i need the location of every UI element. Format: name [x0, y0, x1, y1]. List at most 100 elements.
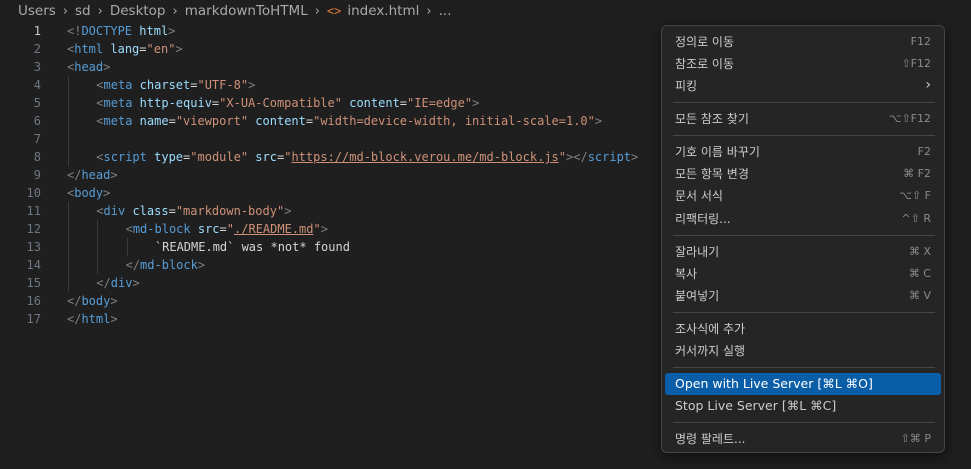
- menu-item-shortcut: ^⇧ R: [901, 211, 931, 225]
- code-token: <: [96, 114, 104, 128]
- line-number: 15: [26, 276, 41, 290]
- code-token: head: [81, 168, 111, 182]
- menu-item[interactable]: 명령 팔레트... ⇧⌘ P: [665, 428, 941, 450]
- menu-item[interactable]: 리팩터링... ^⇧ R: [665, 207, 941, 229]
- menu-item-label: 복사: [675, 266, 698, 281]
- breadcrumb-sd[interactable]: sd: [75, 3, 91, 19]
- code-text: <meta name="viewport" content="width=dev…: [96, 112, 602, 130]
- menu-item[interactable]: 붙여넣기 ⌘ V: [665, 284, 941, 306]
- menu-item-label: Open with Live Server [⌘L ⌘O]: [675, 376, 873, 392]
- menu-item-label: 잘라내기: [675, 244, 720, 259]
- code-token: >: [110, 168, 118, 182]
- code-token: <: [96, 150, 104, 164]
- code-token: </: [96, 276, 111, 290]
- code-token: lang: [110, 42, 140, 56]
- code-text: <meta charset="UTF-8">: [96, 76, 255, 94]
- menu-item[interactable]: 모든 참조 찾기 ⌥⇧F12: [665, 107, 941, 129]
- code-text: <script type="module" src="https://md-bl…: [96, 148, 638, 166]
- breadcrumb-folder[interactable]: markdownToHTML: [185, 3, 308, 19]
- code-token: div: [103, 204, 126, 218]
- menu-item-label: 명령 팔레트...: [675, 432, 746, 447]
- code-token: content: [349, 96, 400, 110]
- menu-item-label: 모든 항목 변경: [675, 167, 749, 182]
- chevron-right-icon: ›: [426, 3, 432, 19]
- code-token: </: [67, 168, 82, 182]
- code-token: =: [219, 222, 227, 236]
- code-token: >: [103, 186, 111, 200]
- menu-item[interactable]: 커서까지 실행: [665, 340, 941, 362]
- line-number: 1: [33, 24, 41, 38]
- code-token: >: [284, 204, 292, 218]
- menu-item[interactable]: 복사 ⌘ C: [665, 262, 941, 284]
- menu-item-label: 기호 이름 바꾸기: [675, 144, 760, 159]
- line-number: 13: [26, 240, 41, 254]
- code-token: src: [255, 150, 277, 164]
- menu-item[interactable]: Stop Live Server [⌘L ⌘C]: [665, 395, 941, 417]
- menu-item[interactable]: 모든 항목 변경 ⌘ F2: [665, 163, 941, 185]
- code-token: "width=device-width, initial-scale=1.0": [313, 114, 595, 128]
- code-token: <: [125, 222, 133, 236]
- code-token: ": [313, 222, 321, 236]
- code-token: <!: [67, 24, 82, 38]
- line-number: 5: [33, 96, 41, 110]
- code-token: name: [139, 114, 169, 128]
- menu-item-label: 문서 서식: [675, 189, 723, 204]
- breadcrumb-file[interactable]: index.html: [347, 3, 419, 19]
- code-token: charset: [139, 78, 191, 92]
- context-menu: 정의로 이동 F12 참조로 이동 ⇧F12 피킹 › 모든 참조 찾기 ⌥⇧F12 기호 이름…: [661, 25, 945, 453]
- menu-item-shortcut: ⌘ V: [908, 288, 931, 302]
- code-text: </div>: [96, 274, 139, 292]
- menu-item[interactable]: 참조로 이동 ⇧F12: [665, 52, 941, 74]
- code-token: >: [594, 114, 603, 128]
- breadcrumb-users[interactable]: Users: [18, 3, 56, 19]
- menu-item-label: Stop Live Server [⌘L ⌘C]: [675, 398, 837, 414]
- menu-item[interactable]: 정의로 이동 F12: [665, 30, 941, 52]
- code-token: >: [631, 150, 639, 164]
- code-token: >: [175, 42, 183, 56]
- code-token: "X-UA-Compatible": [219, 96, 342, 110]
- line-number: 10: [26, 186, 41, 200]
- code-token: `README.md` was *not* found: [154, 240, 350, 254]
- menu-separator: [673, 367, 935, 369]
- code-text: <!DOCTYPE html>: [67, 22, 175, 40]
- menu-item[interactable]: 조사식에 추가: [665, 317, 941, 339]
- menu-item-shortcut: F12: [910, 34, 931, 48]
- code-token: meta: [103, 96, 133, 110]
- breadcrumb-desktop[interactable]: Desktop: [110, 3, 166, 19]
- menu-item[interactable]: 잘라내기 ⌘ X: [665, 240, 941, 262]
- menu-separator: [673, 234, 935, 236]
- menu-item-label: 리팩터링...: [675, 211, 731, 226]
- code-token: http-equiv: [139, 96, 212, 110]
- code-token: </: [67, 294, 82, 308]
- menu-item-label: 조사식에 추가: [675, 321, 746, 336]
- code-token: content: [255, 114, 306, 128]
- menu-item-shortcut: ⇧⌘ P: [900, 432, 931, 446]
- line-number: 7: [33, 132, 41, 146]
- menu-item[interactable]: Open with Live Server [⌘L ⌘O]: [665, 372, 941, 395]
- code-token: html: [81, 312, 111, 326]
- code-token: "UTF-8": [197, 78, 249, 92]
- code-text: `README.md` was *not* found: [155, 238, 350, 256]
- code-token: >: [197, 258, 206, 272]
- line-number: 14: [26, 258, 41, 272]
- menu-item[interactable]: 문서 서식 ⌥⇧ F: [665, 185, 941, 207]
- line-number: 2: [33, 42, 41, 56]
- menu-separator: [673, 135, 935, 136]
- html-file-icon: <>: [326, 4, 342, 18]
- code-token: >: [110, 312, 118, 326]
- code-token: <: [96, 96, 104, 110]
- breadcrumb-ellipsis[interactable]: ...: [439, 3, 452, 19]
- code-text: </md-block>: [126, 256, 205, 274]
- indent-guide: [68, 202, 69, 292]
- code-token: "module": [190, 150, 249, 164]
- menu-item-shortcut: ⇧F12: [901, 56, 931, 70]
- line-number: 11: [26, 204, 41, 218]
- code-token: >: [110, 294, 118, 308]
- menu-item[interactable]: 기호 이름 바꾸기 F2: [665, 140, 941, 162]
- line-number: 8: [33, 150, 41, 164]
- code-token: script: [587, 150, 632, 164]
- code-text: <head>: [67, 58, 110, 76]
- menu-item[interactable]: 피킹 ›: [665, 74, 941, 96]
- code-token: md-block: [140, 258, 198, 272]
- code-token: md-block: [132, 222, 191, 236]
